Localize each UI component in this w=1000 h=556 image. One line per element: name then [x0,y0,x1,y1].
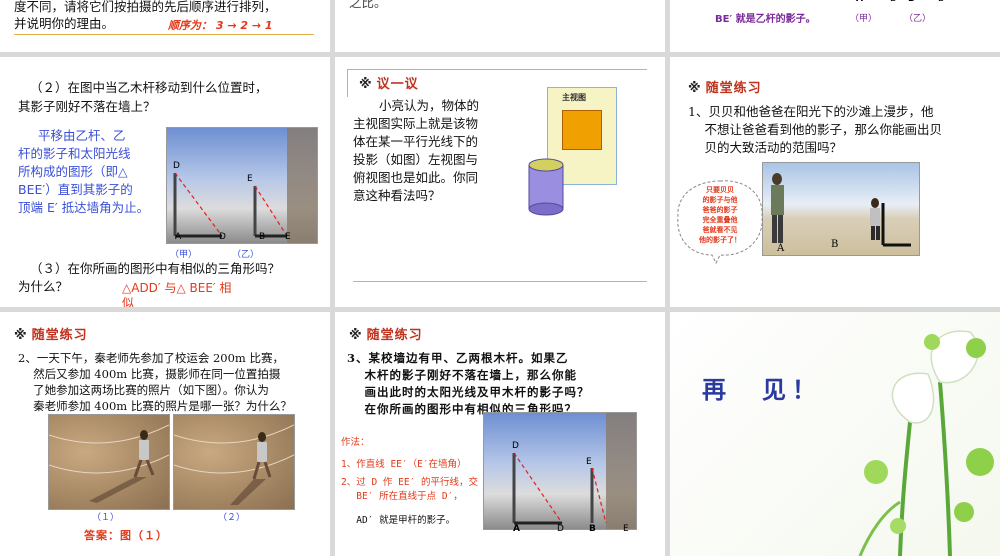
slide-9[interactable]: 再 见！ [670,312,1000,556]
practice-2-text: 2、一天下午，秦老师先参加了校运会 200m 比赛， 然后又参加 400m 比赛… [18,351,292,413]
poles-photo: D E A D B E [166,127,318,244]
poles-diagram [173,128,317,243]
slide-1-line2: 并说明你的理由。 [14,16,115,31]
fig-D: D [173,161,180,171]
beach-figures [771,173,911,247]
slide-2[interactable]: 之比。 [335,0,665,52]
practice-1-text: 1、贝贝和他爸爸在阳光下的沙滩上漫步，他 不想让爸爸看到他的影子，那么你能画出贝… [688,104,942,155]
slide-2-text: 之比。 [349,0,387,10]
fig3-E2: E [623,524,629,534]
slide-6[interactable]: ※ 随堂练习 1、贝贝和他爸爸在阳光下的沙滩上漫步，他 不想让爸爸看到他的影子，那… [670,57,1000,307]
divider [14,34,314,35]
method-steps: 作法： 1、作直线 EE′（E′在墙角） 2、过 D 作 EE′ 的平行线，交 … [341,437,478,526]
slide-5[interactable]: ※ 议一议 小亮认为，物体的 主视图实际上就是该物 体在某一平行光线下的 投影（如… [335,57,665,307]
track-photo-2 [173,414,295,510]
slide-4[interactable]: （２）在图中当乙木杆移动到什么位置时， 其影子刚好不落在墙上？ 平移由乙杆、乙 … [0,57,330,307]
wall-poles-photo: D E [483,412,637,530]
reference-mark-icon: ※ [14,328,28,343]
slide-3-caption: BE′ 就是乙杆的影子。 [715,14,816,25]
top-rule [347,69,647,70]
practice-header-3: ※ 随堂练习 [349,328,423,343]
front-view-title: 主视图 [562,93,586,102]
goodbye-text: 再 见！ [702,375,822,404]
fig-E: E [247,174,253,184]
fig3-D: D [512,441,519,451]
slide-3[interactable]: A D B E BE′ 就是乙杆的影子。 （甲） （乙） [670,0,1000,52]
practice-header-2: ※ 随堂练习 [14,328,88,343]
side-rule [347,69,348,97]
reference-mark-icon: ※ [349,328,363,343]
label-E: E [938,0,944,4]
practice-3-text: 3、某校墙边有甲、乙两根木杆。如果乙 木杆的影子刚好不落在墙上，那么你能 画出此… [347,351,590,416]
beach-photo: A B [762,162,920,256]
q3-answer2: 似 [122,296,135,307]
discuss-header: ※ 议一议 [359,77,419,92]
fig3-E: E [586,457,592,467]
track-photo-1 [48,414,170,510]
fig3-B: B [589,524,596,534]
point-B: B [831,239,839,250]
q3-line1: （３）在你所画的图形中有相似的三角形吗？ [30,261,281,276]
slide-7[interactable]: ※ 随堂练习 2、一天下午，秦老师先参加了校运会 200m 比赛， 然后又参加 4… [0,312,330,556]
practice-2-answer: 答案：图（１） [84,529,168,542]
bubble-text: 只要贝贝 的影子与他 爸爸的影子 完全重叠他 爸就看不见 他的影子了！ [699,186,741,244]
photo-caption-2: （２） [218,513,246,523]
fig-D2: D [219,232,226,242]
q3-line2: 为什么？ [18,279,69,294]
reference-mark-icon: ※ [688,81,702,96]
q3-answer1: △ADD′ 与△ BEE′ 相 [122,281,232,295]
calla-lily-decoration [858,330,994,556]
label-B: B [908,0,915,4]
photo-caption-1: （１） [92,513,120,523]
point-A: A [777,243,785,254]
fig-B: B [259,232,266,242]
fig-A: A [175,232,182,242]
cylinder-icon [528,158,564,216]
practice-header-1: ※ 随堂练习 [688,81,762,96]
reference-mark-icon: ※ [359,77,373,92]
order-answer: 顺序为： 3 → 2 → 1 [168,19,273,32]
square-shape [562,110,602,150]
jia-label: （甲） [850,14,878,24]
label-A: A [856,0,863,4]
discuss-text: 小亮认为，物体的 主视图实际上就是该物 体在某一平行光线下的 投影（如图）左视图… [353,98,480,203]
wall-poles-diagram [512,413,636,529]
q2-line1: （２）在图中当乙木杆移动到什么位置时， [30,80,268,95]
q2-answer: 平移由乙杆、乙 杆的影子和太阳光线 所构成的图形（即△ BEE′）直到其影子的 … [18,128,150,215]
q2-line2: 其影子刚好不落在墙上？ [18,99,156,114]
yi-label: （乙） [904,14,932,24]
slide-8[interactable]: ※ 随堂练习 3、某校墙边有甲、乙两根木杆。如果乙 木杆的影子刚好不落在墙上，那么… [335,312,665,556]
fig3-A: A [513,524,520,534]
fig-jia: （甲） [170,250,198,260]
fig3-D2: D [557,524,564,534]
fig-E2: E [285,232,291,242]
runner-2 [173,424,295,505]
runner-1 [48,424,170,503]
slide-1-line1: 度不同，请将它们按拍摄的先后顺序进行排列， [14,0,277,14]
slide-1[interactable]: 度不同，请将它们按拍摄的先后顺序进行排列， 并说明你的理由。 顺序为： 3 → … [0,0,330,52]
label-D: D [890,0,897,4]
bottom-rule [353,281,647,282]
fig-yi: （乙） [232,250,260,260]
